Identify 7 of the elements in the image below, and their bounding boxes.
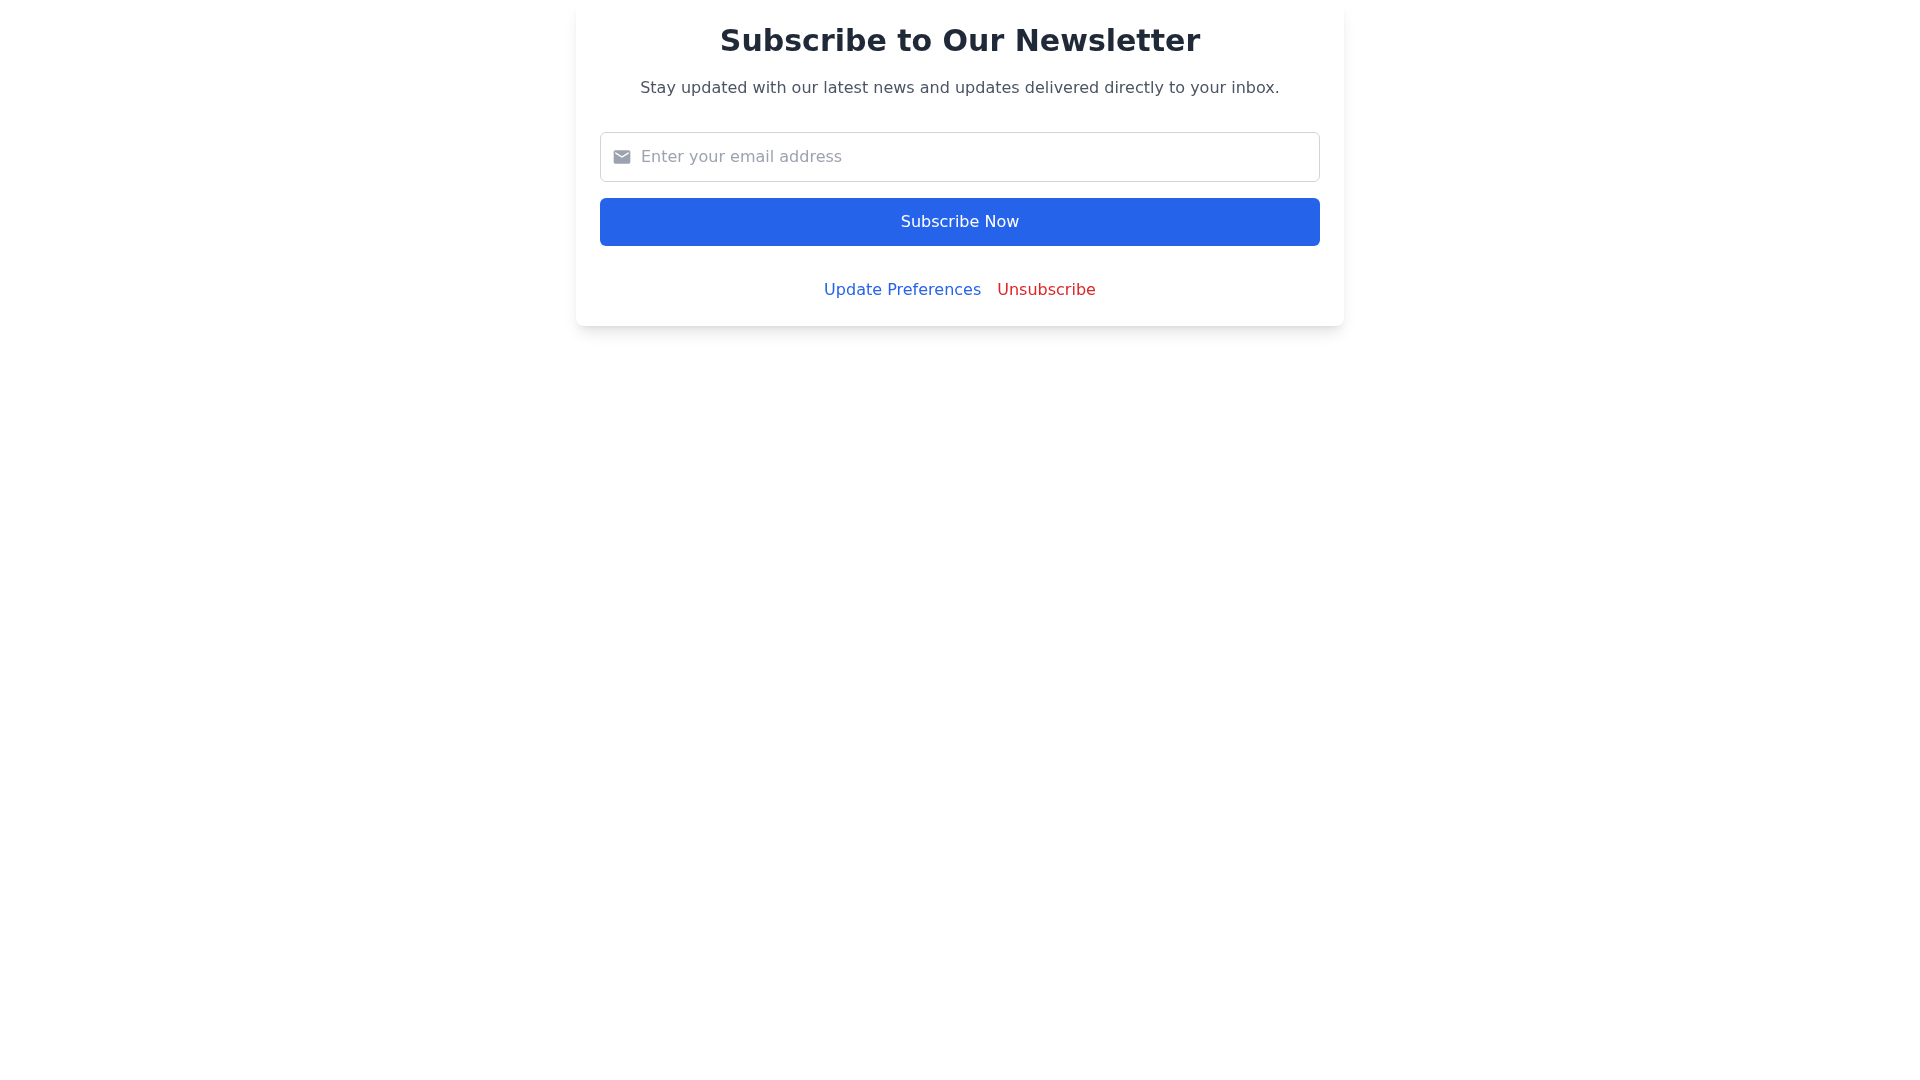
- newsletter-description: Stay updated with our latest news and updates delivered directly to your inbox.: [640, 77, 1280, 99]
- newsletter-title: Subscribe to Our Newsletter: [719, 22, 1201, 60]
- subscribe-button[interactable]: Subscribe Now: [600, 198, 1320, 246]
- mail-icon: [612, 147, 632, 167]
- unsubscribe-link[interactable]: Unsubscribe: [997, 278, 1096, 302]
- preferences-link[interactable]: Update Preferences: [824, 278, 982, 302]
- email-field[interactable]: Enter your email address: [600, 132, 1320, 182]
